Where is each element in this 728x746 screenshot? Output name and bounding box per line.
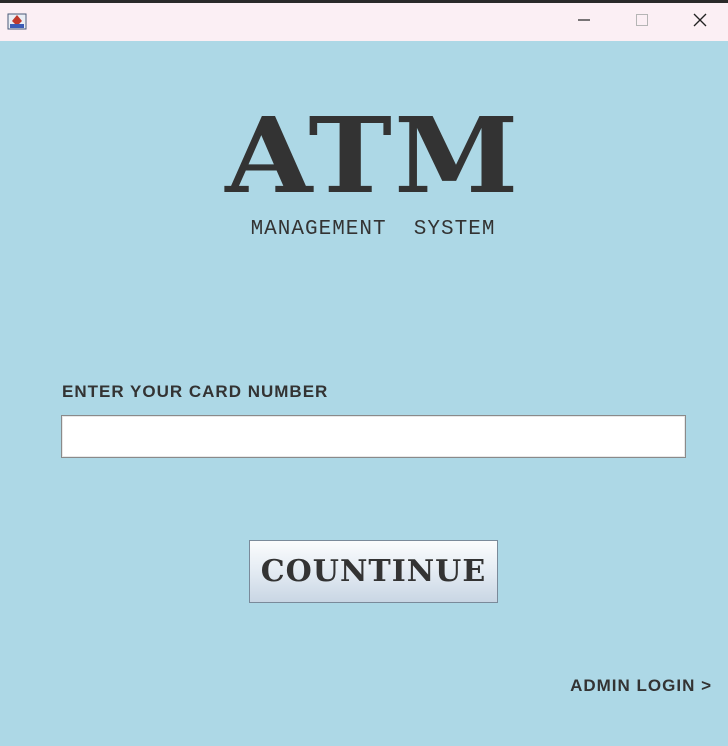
java-app-icon[interactable] bbox=[7, 11, 27, 31]
title-bar[interactable] bbox=[0, 0, 728, 41]
atm-window: ATM MANAGEMENT SYSTEM ENTER YOUR CARD NU… bbox=[0, 0, 728, 746]
card-number-label: ENTER YOUR CARD NUMBER bbox=[62, 382, 329, 401]
close-button[interactable] bbox=[672, 3, 728, 41]
logo-title: ATM bbox=[225, 94, 521, 217]
minimize-button[interactable] bbox=[556, 3, 612, 41]
card-number-input[interactable] bbox=[61, 415, 686, 458]
logo-subtitle: MANAGEMENT SYSTEM bbox=[250, 218, 496, 241]
close-icon bbox=[693, 13, 707, 32]
minimize-icon bbox=[577, 13, 591, 32]
maximize-icon bbox=[635, 13, 649, 32]
admin-login-link[interactable]: ADMIN LOGIN > bbox=[570, 675, 712, 697]
maximize-button[interactable] bbox=[614, 3, 670, 41]
continue-button[interactable]: COUNTINUE bbox=[249, 540, 498, 603]
